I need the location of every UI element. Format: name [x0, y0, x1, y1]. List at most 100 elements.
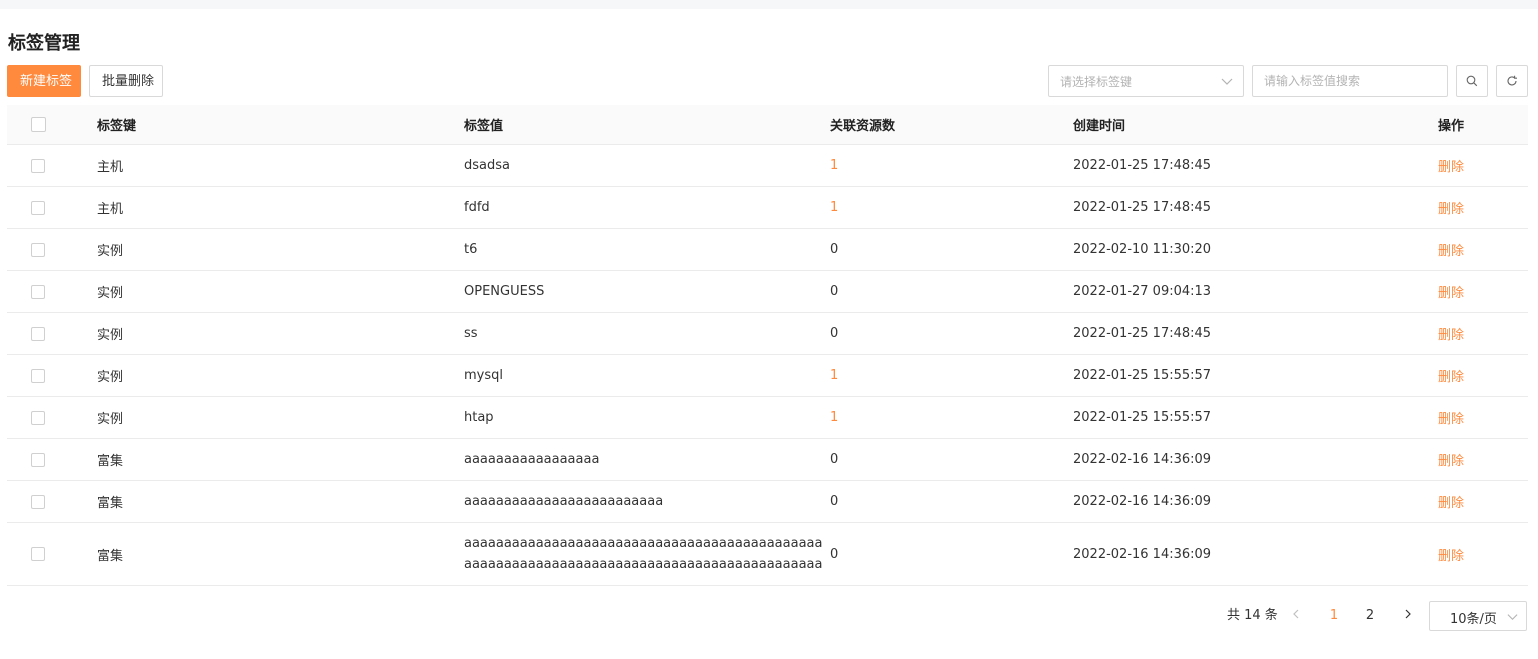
cell-count: 0: [830, 546, 839, 562]
table-row: 主机 dsadsa 1 2022-01-25 17:48:45 删除: [7, 145, 1528, 187]
cell-count-link[interactable]: 1: [830, 187, 1030, 228]
cell-created: 2022-01-25 15:55:57: [1073, 410, 1212, 425]
cell-key: 实例: [97, 370, 124, 385]
new-tag-button[interactable]: 新建标签: [7, 65, 81, 97]
delete-link[interactable]: 删除: [1438, 313, 1518, 354]
cell-value: aaaaaaaaaaaaaaaaa: [464, 452, 600, 467]
cell-key: 富集: [97, 548, 124, 564]
cell-count-link[interactable]: 1: [830, 145, 1030, 186]
cell-key: 主机: [97, 160, 124, 175]
table-row: 主机 fdfd 1 2022-01-25 17:48:45 删除: [7, 187, 1528, 229]
row-checkbox[interactable]: [31, 242, 45, 257]
cell-count: 0: [830, 242, 839, 257]
delete-link[interactable]: 删除: [1438, 523, 1518, 585]
table-row: 富集 aaaaaaaaaaaaaaaaaaaaaaaaa 0 2022-02-1…: [7, 481, 1528, 523]
cell-created: 2022-01-25 17:48:45: [1073, 158, 1212, 173]
column-header-created: 创建时间: [1073, 119, 1126, 134]
delete-link[interactable]: 删除: [1438, 439, 1518, 480]
cell-key: 富集: [97, 496, 124, 511]
cell-created: 2022-02-10 11:30:20: [1073, 242, 1212, 257]
tag-table: 标签键 标签值 关联资源数 创建时间 操作 主机 dsadsa 1 2022-0…: [7, 105, 1528, 586]
page-size-label: 10条/页: [1450, 612, 1497, 627]
search-icon: [1466, 75, 1478, 87]
row-checkbox[interactable]: [31, 547, 45, 561]
delete-link[interactable]: 删除: [1438, 481, 1518, 522]
cell-count: 0: [830, 284, 839, 299]
row-checkbox[interactable]: [31, 452, 45, 467]
table-row: 实例 htap 1 2022-01-25 15:55:57 删除: [7, 397, 1528, 439]
refresh-button[interactable]: [1496, 65, 1528, 97]
batch-delete-button[interactable]: 批量删除: [89, 65, 163, 97]
delete-link[interactable]: 删除: [1438, 355, 1518, 396]
cell-created: 2022-02-16 14:36:09: [1073, 494, 1212, 509]
pagination-next-button[interactable]: [1394, 602, 1422, 630]
cell-created: 2022-01-27 09:04:13: [1073, 284, 1212, 299]
table-row: 实例 mysql 1 2022-01-25 15:55:57 删除: [7, 355, 1528, 397]
tag-value-search-input[interactable]: [1252, 65, 1448, 97]
table-row: 富集 aaaaaaaaaaaaaaaaa 0 2022-02-16 14:36:…: [7, 439, 1528, 481]
delete-link[interactable]: 删除: [1438, 229, 1518, 270]
chevron-left-icon: [1293, 609, 1299, 619]
row-checkbox[interactable]: [31, 326, 45, 341]
select-all-checkbox[interactable]: [31, 117, 46, 132]
cell-value: fdfd: [464, 200, 490, 215]
cell-count-link[interactable]: 1: [830, 397, 1030, 438]
cell-key: 实例: [97, 244, 124, 259]
refresh-icon: [1507, 75, 1517, 86]
column-header-value: 标签值: [464, 119, 504, 134]
cell-value: mysql: [464, 368, 503, 383]
pagination-prev-button[interactable]: [1282, 602, 1310, 630]
row-checkbox[interactable]: [31, 410, 45, 425]
tag-key-select-placeholder: 请选择标签键: [1060, 75, 1133, 89]
column-header-count: 关联资源数: [830, 119, 896, 134]
delete-link[interactable]: 删除: [1438, 271, 1518, 312]
delete-link[interactable]: 删除: [1438, 397, 1518, 438]
top-bar: [0, 0, 1538, 9]
page-title: 标签管理: [8, 33, 80, 54]
cell-value: ss: [464, 326, 478, 341]
cell-created: 2022-02-16 14:36:09: [1073, 546, 1212, 562]
cell-count: 0: [830, 494, 839, 509]
cell-created: 2022-02-16 14:36:09: [1073, 452, 1212, 467]
cell-key: 主机: [97, 202, 124, 217]
cell-value: t6: [464, 242, 478, 257]
delete-link[interactable]: 删除: [1438, 145, 1518, 186]
table-row: 实例 ss 0 2022-01-25 17:48:45 删除: [7, 313, 1528, 355]
cell-key: 实例: [97, 286, 124, 301]
cell-key: 富集: [97, 454, 124, 469]
pagination-page-1[interactable]: 1: [1320, 602, 1348, 630]
chevron-down-icon: [1221, 78, 1233, 85]
chevron-right-icon: [1405, 609, 1411, 619]
cell-count-link[interactable]: 1: [830, 355, 1030, 396]
table-row: 实例 OPENGUESS 0 2022-01-27 09:04:13 删除: [7, 271, 1528, 313]
row-checkbox[interactable]: [31, 200, 45, 215]
cell-key: 实例: [97, 328, 124, 343]
column-header-op: 操作: [1438, 119, 1465, 134]
tag-key-select[interactable]: 请选择标签键: [1048, 65, 1244, 97]
row-checkbox[interactable]: [31, 284, 45, 299]
delete-link[interactable]: 删除: [1438, 187, 1518, 228]
cell-value: dsadsa: [464, 158, 510, 173]
row-checkbox[interactable]: [31, 158, 45, 173]
chevron-down-icon: [1507, 614, 1518, 621]
row-checkbox[interactable]: [31, 368, 45, 383]
cell-value: aaaaaaaaaaaaaaaaaaaaaaaaaaaaaaaaaaaaaaaa…: [464, 536, 823, 572]
column-header-key: 标签键: [97, 119, 137, 134]
search-button[interactable]: [1456, 65, 1488, 97]
cell-created: 2022-01-25 17:48:45: [1073, 200, 1212, 215]
cell-value: htap: [464, 410, 494, 425]
cell-value: OPENGUESS: [464, 284, 545, 299]
cell-created: 2022-01-25 17:48:45: [1073, 326, 1212, 341]
table-row: 富集 aaaaaaaaaaaaaaaaaaaaaaaaaaaaaaaaaaaaa…: [7, 523, 1528, 586]
cell-created: 2022-01-25 15:55:57: [1073, 368, 1212, 383]
cell-count: 0: [830, 452, 839, 467]
pagination-total: 共 14 条: [1227, 608, 1278, 623]
page-size-select[interactable]: 10条/页: [1429, 601, 1527, 631]
cell-value: aaaaaaaaaaaaaaaaaaaaaaaaa: [464, 494, 664, 509]
table-row: 实例 t6 0 2022-02-10 11:30:20 删除: [7, 229, 1528, 271]
pagination-page-2[interactable]: 2: [1356, 602, 1384, 630]
row-checkbox[interactable]: [31, 494, 45, 509]
cell-count: 0: [830, 326, 839, 341]
cell-key: 实例: [97, 412, 124, 427]
table-header: 标签键 标签值 关联资源数 创建时间 操作: [7, 105, 1528, 145]
